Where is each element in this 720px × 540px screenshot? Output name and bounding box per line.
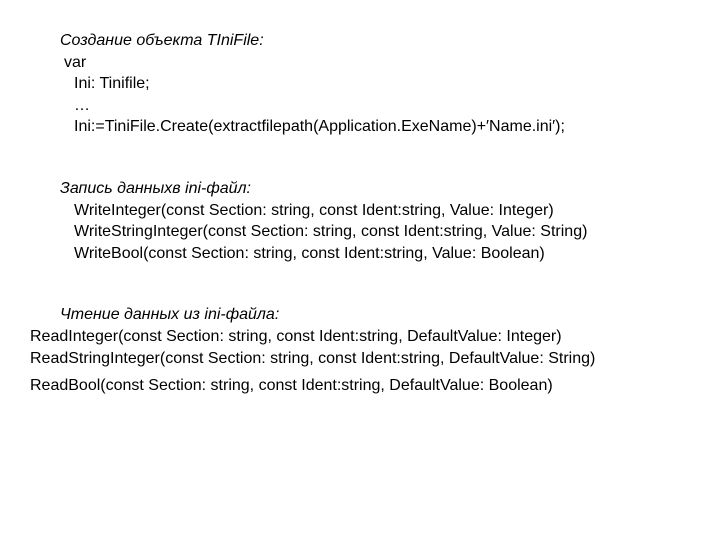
code-line: ReadInteger(const Section: string, const… xyxy=(30,326,710,348)
code-line: WriteStringInteger(const Section: string… xyxy=(60,221,710,243)
code-line: WriteBool(const Section: string, const I… xyxy=(60,243,710,265)
code-line: ReadBool(const Section: string, const Id… xyxy=(30,375,710,397)
document-page: Создание объекта TIniFile: var Ini: Tini… xyxy=(0,0,720,397)
section-title: Создание объекта TIniFile: xyxy=(60,30,710,52)
code-line: Ini: Tinifile; xyxy=(60,73,710,95)
section-read: Чтение данных из ini-файла: ReadInteger(… xyxy=(60,304,710,396)
section-title: Чтение данных из ini-файла: xyxy=(60,304,710,326)
code-line: Ini:=TiniFile.Create(extractfilepath(App… xyxy=(60,116,710,138)
section-write: Запись данныхв ini-файл: WriteInteger(co… xyxy=(60,178,710,264)
section-title: Запись данныхв ini-файл: xyxy=(60,178,710,200)
code-line: ReadStringInteger(const Section: string,… xyxy=(30,348,710,370)
section-create: Создание объекта TIniFile: var Ini: Tini… xyxy=(60,30,710,138)
code-line: var xyxy=(60,52,710,74)
code-line: … xyxy=(60,95,710,117)
code-line: WriteInteger(const Section: string, cons… xyxy=(60,200,710,222)
